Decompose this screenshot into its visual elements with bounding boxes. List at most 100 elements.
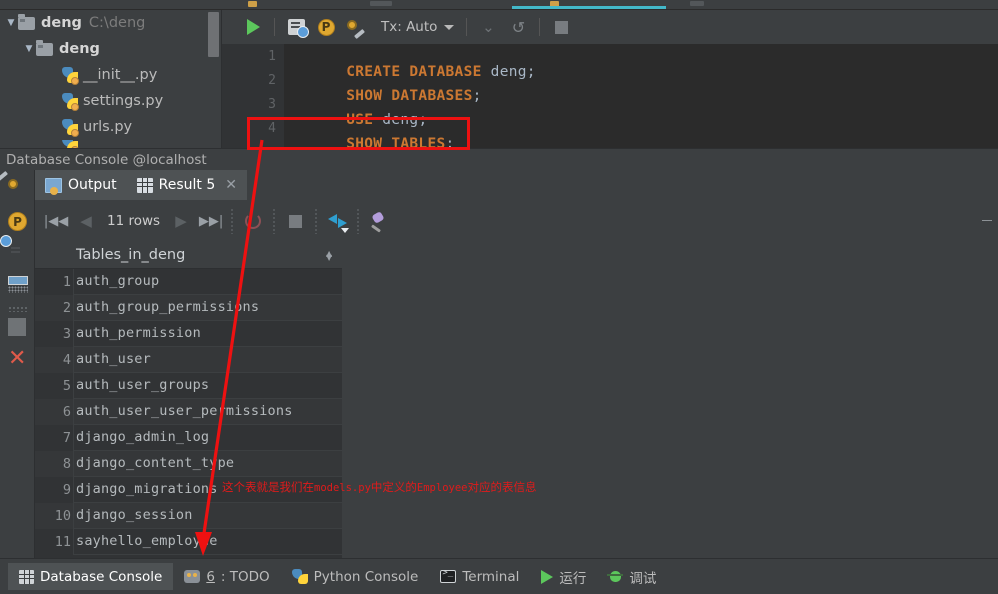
table-cell[interactable]: django_migrations [76,481,218,497]
close-icon[interactable]: ✕ [225,177,237,193]
tab-label: Output [68,177,117,193]
transpose-icon[interactable] [322,206,352,236]
close-x-icon[interactable]: ✕ [8,348,28,370]
python-circle-icon[interactable]: P [8,212,28,232]
stop-icon[interactable] [546,14,576,40]
tree-item-label: urls.py [83,119,133,135]
commit-icon[interactable]: ⌄ [473,14,503,40]
status-item-run[interactable]: 运行 [530,563,597,590]
table-layout-icon[interactable] [8,276,28,294]
stop-icon[interactable] [280,206,310,236]
result-toolbar[interactable]: |◀◀ ◀ 11 rows ▶ ▶▶| [35,200,998,242]
run-play-icon[interactable] [238,14,268,40]
next-page-icon[interactable]: ▶ [166,206,196,236]
execute-script-icon[interactable] [281,14,311,40]
row-number: 1 [62,274,71,290]
tree-item-settings-py[interactable]: settings.py [0,88,222,114]
tx-mode-selector[interactable]: Tx: Auto [371,19,455,35]
toolbar-dots-divider [356,208,361,234]
row-divider [73,503,74,529]
table-row[interactable]: 1 auth_group [35,269,342,295]
result-grid[interactable]: Tables_in_deng ▲ ▼ 1 auth_group 2 auth_group… [35,242,998,558]
tab-label: Result 5 [158,177,216,193]
toolbar-overflow-mark[interactable] [982,220,992,221]
table-row[interactable]: 5 auth_user_groups [35,373,342,399]
table-row[interactable]: 7 django_admin_log [35,425,342,451]
sort-toggle-icon[interactable]: ▲ ▼ [326,250,333,262]
database-settings-icon[interactable] [0,170,28,198]
line-number: 2 [268,73,276,88]
table-row[interactable]: 4 auth_user [35,347,342,373]
console-toolbar[interactable]: P Tx: Auto ⌄ ↺ [222,10,998,44]
table-row[interactable]: 8 django_content_type [35,451,342,477]
toolbar-divider [466,18,468,36]
status-item-database-console[interactable]: Database Console [8,563,174,590]
sql-punct: ; [526,64,536,80]
tab-stub-4[interactable] [690,1,704,6]
row-divider [73,399,74,425]
project-tree-scrollbar[interactable] [208,12,219,57]
tab-output[interactable]: Output [35,170,127,200]
last-page-icon[interactable]: ▶▶| [196,206,226,236]
console-side-rail[interactable]: P ✕ [0,170,35,558]
tree-item-init-py[interactable]: __init__.py [0,62,222,88]
rollback-icon[interactable]: ↺ [503,14,533,40]
sql-editor[interactable]: 1 2 3 4 CREATE DATABASE deng; SHOW DATAB… [222,44,998,183]
chevron-down-icon[interactable]: ▼ [4,18,18,28]
column-header[interactable]: Tables_in_deng ▲ ▼ [35,242,342,269]
chevron-down-icon[interactable] [444,24,455,30]
row-divider [73,451,74,477]
table-cell[interactable]: django_content_type [76,455,234,471]
table-row[interactable]: 2 auth_group_permissions [35,295,342,321]
status-item-label: 调试 [629,570,657,587]
row-number: 3 [62,326,71,342]
row-divider [73,295,74,321]
tree-item-partial[interactable] [0,140,222,148]
row-count-label: 11 rows [107,213,161,229]
wrench-settings-icon[interactable] [341,14,371,40]
tree-item-urls-py[interactable]: urls.py [0,114,222,140]
rail-dots-divider [8,306,28,312]
python-datasource-icon[interactable]: P [311,14,341,40]
execute-script-icon[interactable] [8,244,28,264]
output-icon [45,177,62,195]
table-cell[interactable]: django_admin_log [76,429,209,445]
pin-tab-icon[interactable] [364,206,394,236]
table-cell[interactable]: django_session [76,507,193,523]
reload-icon[interactable] [238,206,268,236]
table-row[interactable]: 3 auth_permission [35,321,342,347]
status-item-terminal[interactable]: Terminal [429,563,530,590]
tab-stub-2[interactable] [370,1,392,6]
table-row[interactable]: 6 auth_user_user_permissions [35,399,342,425]
table-cell[interactable]: auth_user [76,351,151,367]
table-cell[interactable]: auth_group_permissions [76,299,259,315]
tree-item-deng-root[interactable]: ▼ deng C:\deng [0,10,222,36]
first-page-icon[interactable]: |◀◀ [41,206,71,236]
stop-icon[interactable] [8,318,28,338]
tree-item-deng-pkg[interactable]: ▼ deng [0,36,222,62]
toolbar-dots-divider [230,208,235,234]
status-item-python-console[interactable]: Python Console [281,563,430,590]
table-cell[interactable]: auth_group [76,273,159,289]
database-icon [19,569,34,584]
project-tree[interactable]: ▼ deng C:\deng ▼ deng __init__.py settin… [0,10,222,148]
chevron-down-icon[interactable]: ▼ [22,44,36,54]
tree-item-label: settings.py [83,93,164,109]
result-tab-bar[interactable]: Output Result 5 ✕ [35,170,998,200]
table-row[interactable]: 9 django_migrations [35,477,342,503]
status-item-todo[interactable]: 6: TODO [173,563,280,590]
table-cell[interactable]: auth_user_user_permissions [76,403,293,419]
tab-stub-1[interactable] [248,1,257,7]
table-cell[interactable]: auth_permission [76,325,201,341]
table-row[interactable]: 10 django_session [35,503,342,529]
status-item-number: 6 [206,568,215,585]
status-bar[interactable]: Database Console 6: TODO Python Console … [0,558,998,594]
table-cell[interactable]: sayhello_employee [76,533,218,549]
table-row[interactable]: 11 sayhello_employee [35,529,342,555]
row-underline [73,554,342,555]
prev-page-icon[interactable]: ◀ [71,206,101,236]
editor-tab-strip[interactable] [0,0,998,10]
tab-result-5[interactable]: Result 5 ✕ [126,170,247,200]
status-item-debug[interactable]: 调试 [597,563,667,590]
table-cell[interactable]: auth_user_groups [76,377,209,393]
